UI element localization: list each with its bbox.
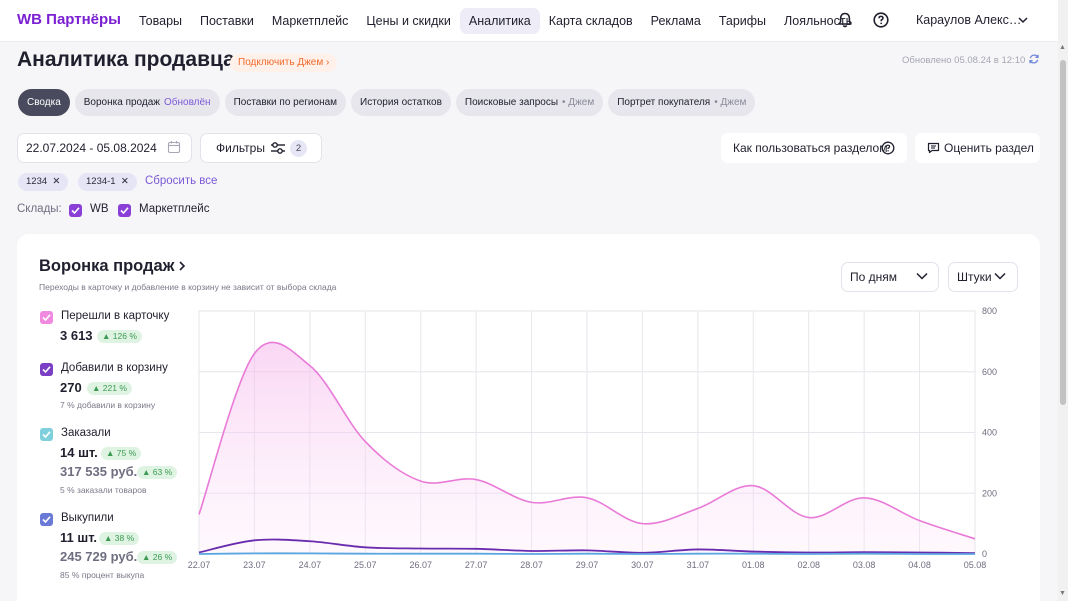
x-tick-label: 01.08: [742, 560, 765, 570]
scrollbar-thumb[interactable]: [1060, 60, 1066, 405]
y-tick-label: 600: [982, 367, 997, 377]
x-tick-label: 22.07: [188, 560, 211, 570]
x-tick-label: 02.08: [797, 560, 820, 570]
y-tick-label: 800: [982, 306, 997, 316]
x-tick-label: 03.08: [853, 560, 876, 570]
x-tick-label: 05.08: [964, 560, 987, 570]
funnel-chart: 800 600 400 200 0 22.07 23.07 24.07 25.07 26.07 27…: [188, 306, 997, 570]
scroll-up-arrow-icon[interactable]: ▲: [1059, 44, 1066, 51]
y-tick-label: 0: [982, 549, 987, 559]
x-tick-label: 28.07: [520, 560, 543, 570]
x-tick-label: 27.07: [465, 560, 488, 570]
x-tick-label: 24.07: [299, 560, 322, 570]
y-tick-label: 400: [982, 428, 997, 438]
x-tick-label: 23.07: [243, 560, 266, 570]
scroll-down-arrow-icon[interactable]: ▼: [1059, 590, 1066, 597]
x-tick-label: 31.07: [687, 560, 710, 570]
x-tick-label: 04.08: [908, 560, 931, 570]
x-tick-label: 30.07: [631, 560, 654, 570]
x-tick-label: 26.07: [409, 560, 432, 570]
y-tick-label: 200: [982, 488, 997, 498]
series-line: [198, 552, 976, 555]
x-tick-label: 25.07: [354, 560, 377, 570]
x-tick-label: 29.07: [576, 560, 599, 570]
